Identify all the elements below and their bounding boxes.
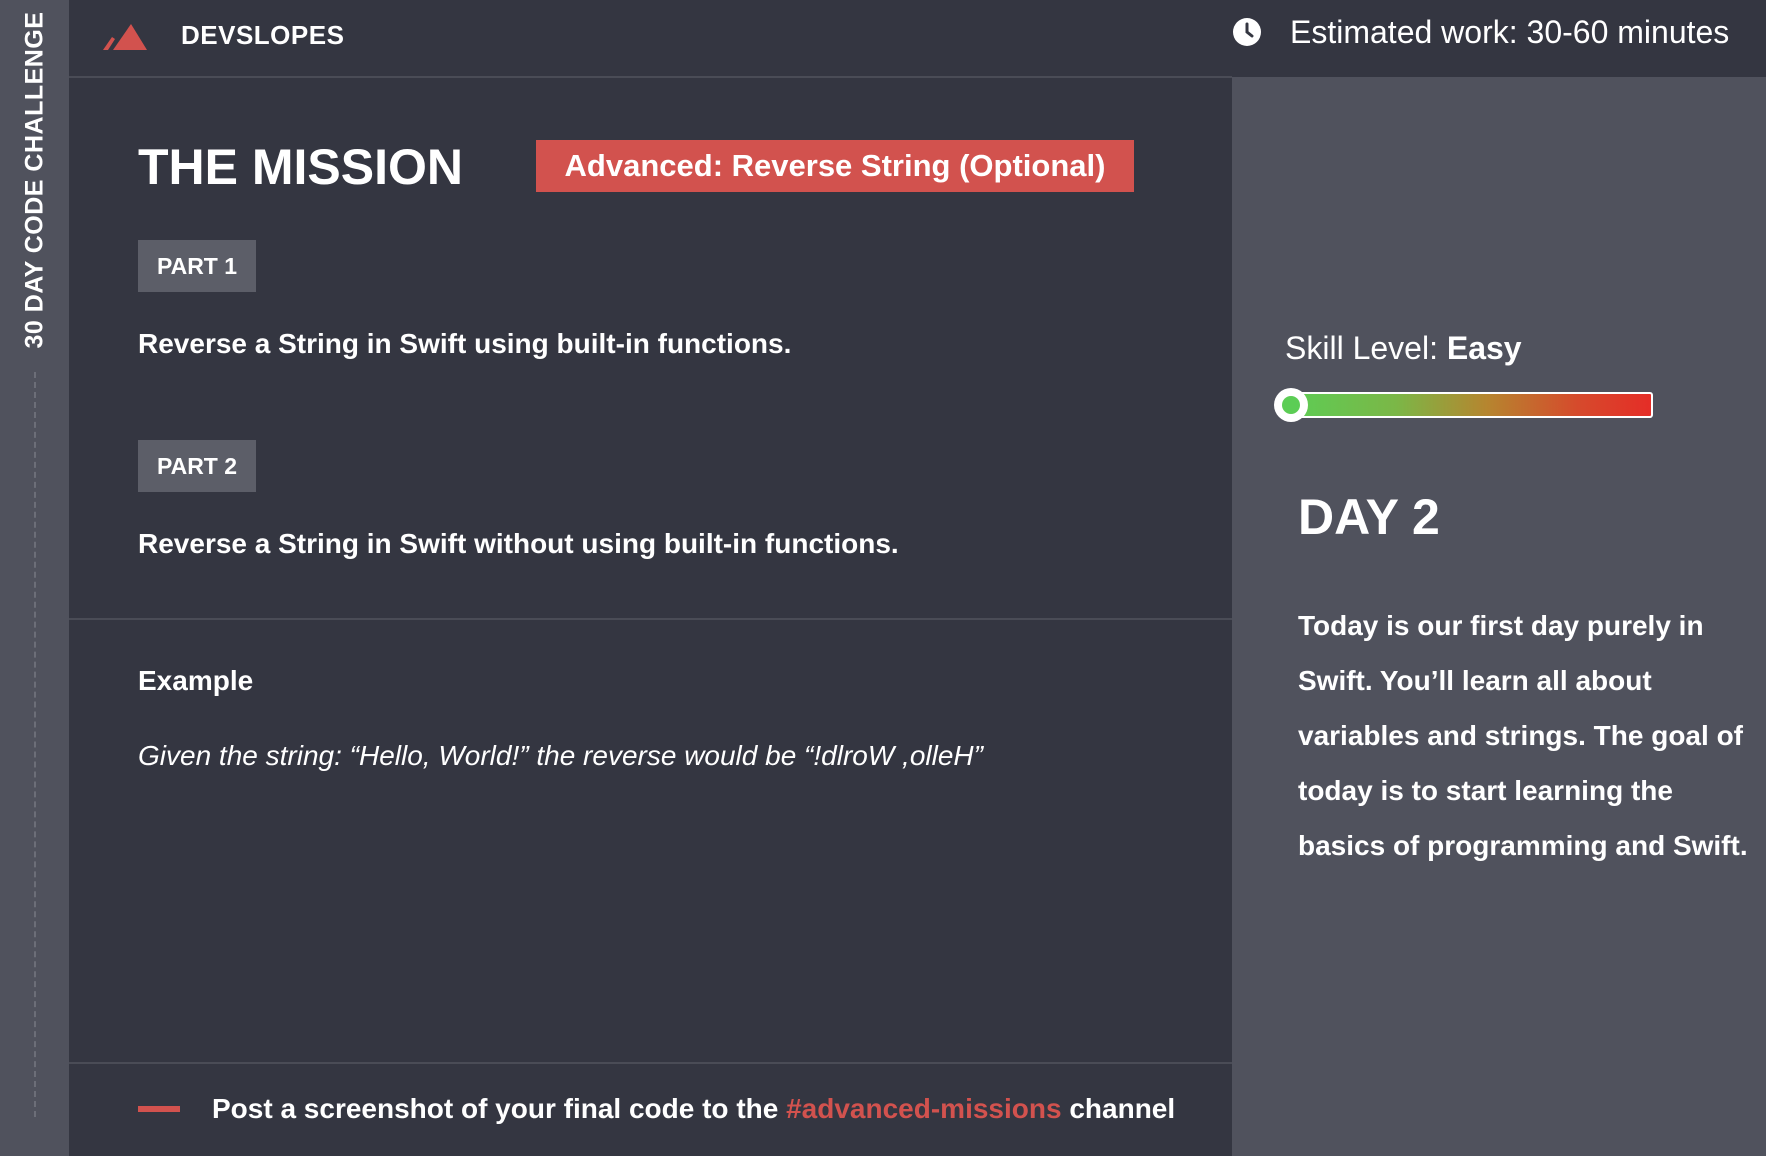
info-panel: Estimated work: 30-60 minutes Skill Leve… (1232, 0, 1766, 1156)
footer-divider (69, 1062, 1232, 1064)
mission-title: THE MISSION (138, 139, 464, 195)
section-divider (69, 618, 1232, 620)
challenge-title: 30 DAY CODE CHALLENGE (20, 11, 49, 349)
brand-name[interactable]: DEVSLOPES (181, 20, 344, 51)
header: DEVSLOPES (69, 0, 1232, 78)
example-heading: Example (138, 665, 254, 696)
skill-level-value: Easy (1446, 330, 1522, 366)
part-1-description: Reverse a String in Swift using built-in… (138, 328, 792, 359)
part-2-tag: PART 2 (138, 440, 256, 492)
clock-icon (1233, 18, 1261, 46)
footer-dash (138, 1106, 180, 1112)
skill-level-prefix: Skill Level: (1285, 330, 1447, 366)
mountain-logo-icon[interactable] (103, 20, 159, 50)
part-2-description: Reverse a String in Swift without using … (138, 528, 899, 559)
example-text: Given the string: “Hello, World!” the re… (138, 740, 983, 771)
estimate-bar: Estimated work: 30-60 minutes (1232, 0, 1766, 77)
footer-prefix: Post a screenshot of your final code to … (212, 1093, 787, 1124)
day-title: DAY 2 (1298, 489, 1440, 545)
skill-level-knob[interactable] (1274, 388, 1308, 422)
skill-level-label: Skill Level: Easy (1285, 330, 1522, 367)
side-rail: 30 DAY CODE CHALLENGE (0, 0, 69, 1156)
estimated-work: Estimated work: 30-60 minutes (1290, 14, 1730, 50)
footer-instruction: Post a screenshot of your final code to … (212, 1093, 1175, 1125)
skill-level-slider[interactable] (1285, 392, 1653, 418)
footer-suffix: channel (1061, 1093, 1176, 1124)
part-1-tag: PART 1 (138, 240, 256, 292)
mission-badge: Advanced: Reverse String (Optional) (536, 140, 1134, 192)
day-description: Today is our first day purely in Swift. … (1298, 610, 1748, 861)
channel-link[interactable]: #advanced-missions (786, 1093, 1061, 1124)
progress-dashes (34, 372, 36, 1117)
